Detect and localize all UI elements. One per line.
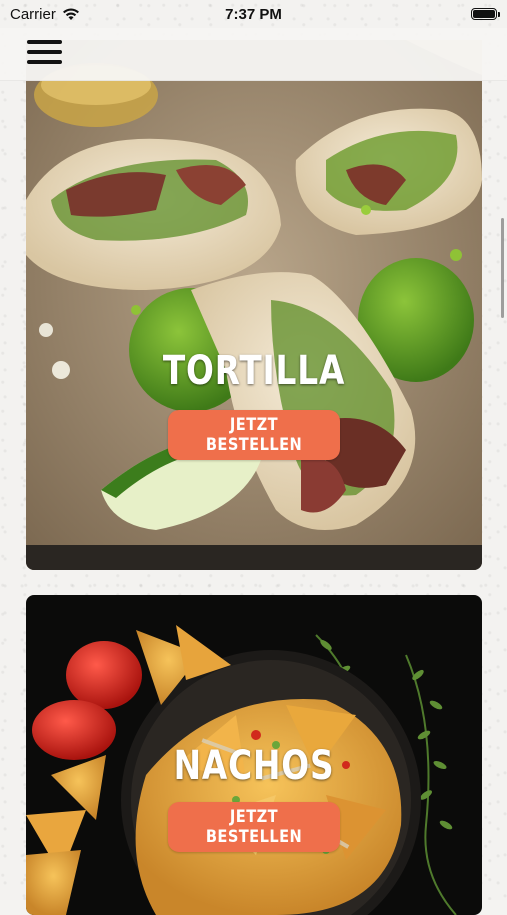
order-button-label: JETZT BESTELLEN <box>205 415 303 455</box>
status-bar: Carrier 7:37 PM <box>0 0 507 28</box>
hamburger-line <box>27 60 62 64</box>
tortilla-photo <box>26 40 482 570</box>
order-button-label: JETZT BESTELLEN <box>205 807 303 847</box>
menu-card-tortilla[interactable]: TORTILLA JETZT BESTELLEN <box>26 40 482 570</box>
hamburger-line <box>27 40 62 44</box>
order-button-nachos[interactable]: JETZT BESTELLEN <box>168 802 340 852</box>
battery-icon <box>471 8 500 20</box>
status-time: 7:37 PM <box>225 5 282 23</box>
hamburger-menu-icon[interactable] <box>27 38 63 66</box>
card-title: NACHOS <box>173 743 335 789</box>
scroll-indicator[interactable] <box>501 218 504 318</box>
order-button-tortilla[interactable]: JETZT BESTELLEN <box>168 410 340 460</box>
hamburger-line <box>27 50 62 54</box>
menu-card-nachos[interactable]: NACHOS JETZT BESTELLEN <box>26 595 482 915</box>
nav-bar <box>0 28 507 81</box>
card-title: TORTILLA <box>162 348 346 394</box>
battery-fill <box>473 10 495 18</box>
